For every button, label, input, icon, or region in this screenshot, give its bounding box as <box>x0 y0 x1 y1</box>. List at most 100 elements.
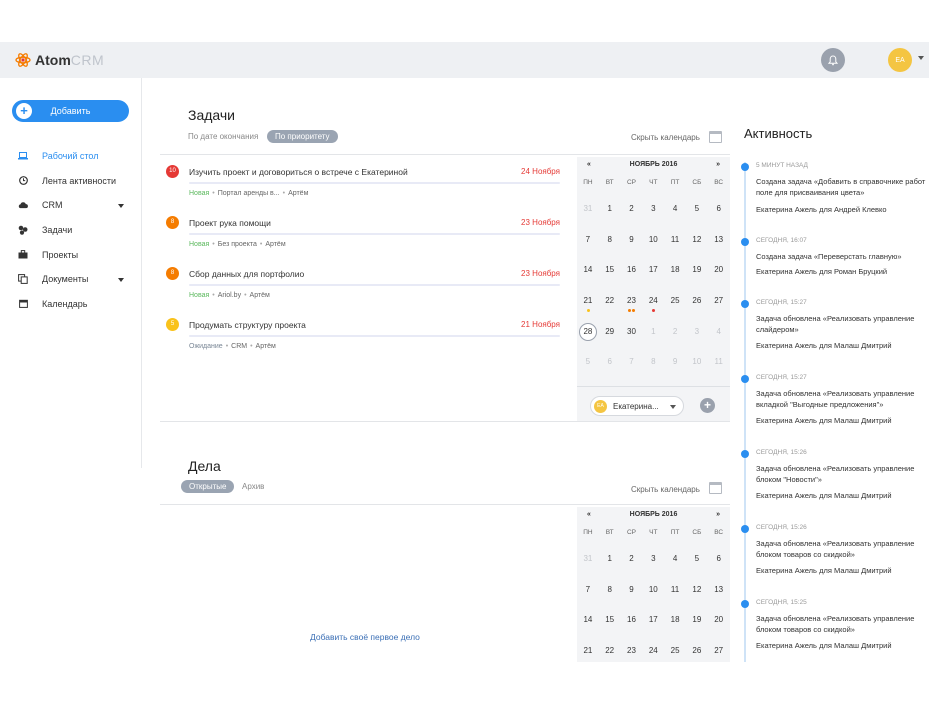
calendar-day[interactable]: 3 <box>642 201 664 232</box>
task-row[interactable]: 5 Продумать структуру проекта 21 Ноября … <box>166 318 560 358</box>
calendar-day-today[interactable]: 28 <box>577 322 599 355</box>
activity-target[interactable]: Андрей Клевко <box>834 205 887 214</box>
activity-author[interactable]: Екатерина Ажель <box>756 566 817 575</box>
calendar-day[interactable]: 5 <box>686 201 708 232</box>
task-owner[interactable]: Артём <box>288 190 308 197</box>
calendar-day[interactable]: 2 <box>621 201 643 232</box>
calendar-day[interactable]: 15 <box>599 262 621 293</box>
calendar-day[interactable]: 30 <box>621 324 643 355</box>
task-row[interactable]: 8 Сбор данных для портфолио 23 Ноября Но… <box>166 267 560 307</box>
sidebar-item-crm[interactable]: CRM <box>18 193 128 218</box>
filter-by-priority[interactable]: По приоритету <box>267 130 338 143</box>
calendar-day[interactable]: 14 <box>577 612 599 643</box>
calendar-day[interactable]: 2 <box>621 551 643 582</box>
task-owner[interactable]: Артём <box>250 292 270 299</box>
calendar-day[interactable]: 11 <box>664 582 686 613</box>
user-menu-caret-icon[interactable] <box>918 56 924 60</box>
calendar-day[interactable]: 4 <box>708 324 730 355</box>
calendar-day[interactable]: 5 <box>686 551 708 582</box>
calendar-day[interactable]: 31 <box>577 201 599 232</box>
activity-author[interactable]: Екатерина Ажель <box>756 267 817 276</box>
calendar-day[interactable]: 24 <box>642 293 664 324</box>
user-avatar[interactable]: EA <box>888 48 912 72</box>
add-button[interactable]: + Добавить <box>12 100 129 122</box>
calendar-day[interactable]: 22 <box>599 643 621 674</box>
activity-author[interactable]: Екатерина Ажель <box>756 641 817 650</box>
calendar-day[interactable]: 27 <box>708 643 730 674</box>
sidebar-item-activity-feed[interactable]: Лента активности <box>18 169 128 194</box>
calendar-day[interactable]: 20 <box>708 612 730 643</box>
calendar-day[interactable]: 8 <box>599 232 621 263</box>
calendar-day[interactable]: 9 <box>621 232 643 263</box>
calendar-user-select[interactable]: EA Екатерина... <box>590 396 684 416</box>
calendar-day[interactable]: 6 <box>599 354 621 385</box>
calendar-day[interactable]: 10 <box>642 232 664 263</box>
calendar-toggle-icon[interactable] <box>709 482 722 494</box>
task-project[interactable]: Ariol.by <box>218 292 241 299</box>
calendar-day[interactable]: 21 <box>577 293 599 324</box>
sidebar-item-documents[interactable]: Документы <box>18 267 128 292</box>
activity-author[interactable]: Екатерина Ажель <box>756 205 817 214</box>
calendar-day[interactable]: 8 <box>642 354 664 385</box>
activity-author[interactable]: Екатерина Ажель <box>756 416 817 425</box>
task-owner[interactable]: Артём <box>265 241 285 248</box>
calendar-day[interactable]: 11 <box>664 232 686 263</box>
task-project[interactable]: Без проекта <box>218 241 257 248</box>
calendar-day[interactable]: 19 <box>686 612 708 643</box>
activity-action[interactable]: Задача обновлена «Реализовать управление… <box>756 388 928 410</box>
task-row[interactable]: 10 Изучить проект и договориться о встре… <box>166 165 560 205</box>
app-logo[interactable]: Atom CRM <box>15 52 104 68</box>
sidebar-item-projects[interactable]: Проекты <box>18 242 128 267</box>
calendar-day[interactable]: 9 <box>621 582 643 613</box>
calendar-day[interactable]: 7 <box>577 232 599 263</box>
tab-archive[interactable]: Архив <box>242 482 264 491</box>
calendar-day[interactable]: 3 <box>642 551 664 582</box>
calendar-day[interactable]: 7 <box>621 354 643 385</box>
calendar-day[interactable]: 20 <box>708 262 730 293</box>
calendar-day[interactable]: 11 <box>708 354 730 385</box>
calendar-day[interactable]: 23 <box>621 643 643 674</box>
calendar-day[interactable]: 17 <box>642 612 664 643</box>
task-title[interactable]: Продумать структуру проекта <box>189 320 306 330</box>
activity-action[interactable]: Задача обновлена «Реализовать управление… <box>756 313 928 335</box>
calendar-day[interactable]: 1 <box>599 551 621 582</box>
calendar-day[interactable]: 12 <box>686 582 708 613</box>
calendar-add-button[interactable]: + <box>700 398 715 413</box>
calendar-next-button[interactable]: » <box>716 511 720 518</box>
calendar-day[interactable]: 29 <box>599 324 621 355</box>
task-title[interactable]: Проект рука помощи <box>189 218 271 228</box>
sidebar-item-calendar[interactable]: Календарь <box>18 292 128 317</box>
task-project[interactable]: CRM <box>231 343 247 350</box>
activity-target[interactable]: Малаш Дмитрий <box>834 416 892 425</box>
activity-author[interactable]: Екатерина Ажель <box>756 491 817 500</box>
hide-calendar-link[interactable]: Скрыть календарь <box>631 485 700 494</box>
calendar-day[interactable]: 25 <box>664 643 686 674</box>
calendar-day[interactable]: 13 <box>708 232 730 263</box>
calendar-day[interactable]: 1 <box>599 201 621 232</box>
calendar-day[interactable]: 22 <box>599 293 621 324</box>
calendar-day[interactable]: 27 <box>708 293 730 324</box>
calendar-day[interactable]: 18 <box>664 612 686 643</box>
calendar-day[interactable]: 16 <box>621 262 643 293</box>
calendar-day[interactable]: 14 <box>577 262 599 293</box>
calendar-day[interactable]: 6 <box>708 551 730 582</box>
calendar-day[interactable]: 16 <box>621 612 643 643</box>
activity-target[interactable]: Малаш Дмитрий <box>834 566 892 575</box>
task-title[interactable]: Изучить проект и договориться о встрече … <box>189 167 408 177</box>
calendar-day[interactable]: 17 <box>642 262 664 293</box>
task-owner[interactable]: Артём <box>256 343 276 350</box>
activity-action[interactable]: Задача обновлена «Реализовать управление… <box>756 538 928 560</box>
calendar-next-button[interactable]: » <box>716 161 720 168</box>
activity-action[interactable]: Создана задача «Добавить в справочнике р… <box>756 176 928 198</box>
calendar-day[interactable]: 23 <box>621 293 643 324</box>
calendar-day[interactable]: 2 <box>664 324 686 355</box>
hide-calendar-link[interactable]: Скрыть календарь <box>631 133 700 142</box>
activity-target[interactable]: Малаш Дмитрий <box>834 341 892 350</box>
calendar-toggle-icon[interactable] <box>709 131 722 143</box>
task-project[interactable]: Портал аренды в... <box>218 190 280 197</box>
calendar-day[interactable]: 6 <box>708 201 730 232</box>
add-first-deal-link[interactable]: Добавить своё первое дело <box>310 632 420 642</box>
calendar-day[interactable]: 5 <box>577 354 599 385</box>
calendar-day[interactable]: 10 <box>686 354 708 385</box>
calendar-day[interactable]: 4 <box>664 201 686 232</box>
